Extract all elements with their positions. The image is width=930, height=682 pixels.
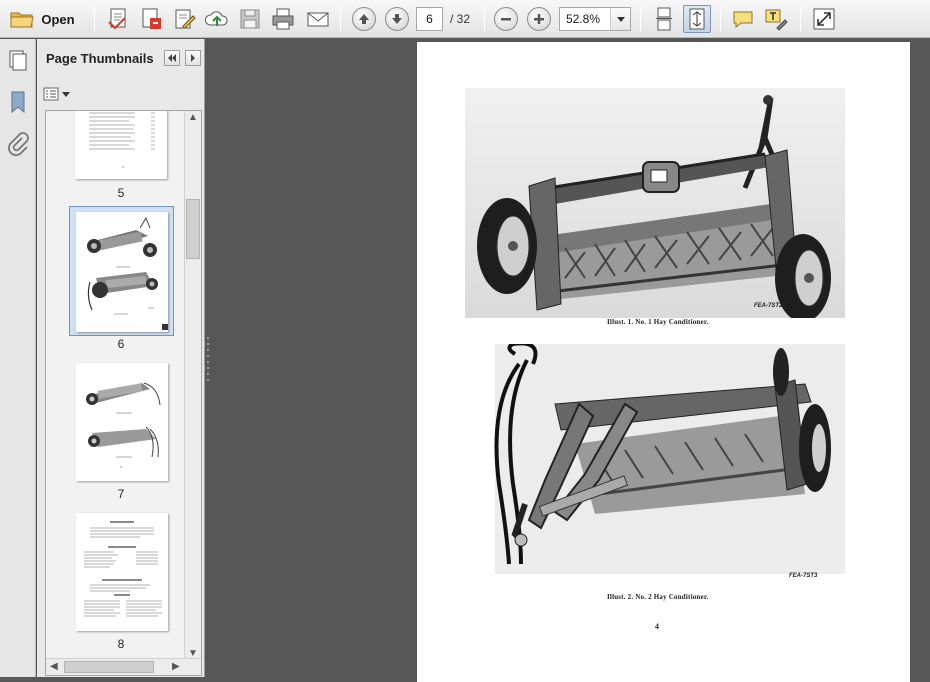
scroll-up-arrow[interactable]: ▲	[188, 112, 198, 123]
edit-pdf-button[interactable]	[170, 5, 198, 33]
thumbnail-page-number: 5	[117, 186, 125, 200]
thumbnail-page-number: 7	[117, 487, 125, 501]
full-screen-icon	[813, 8, 835, 30]
thumbnail-page[interactable]	[76, 513, 168, 631]
toolbar-separator	[720, 6, 721, 32]
thumbnail-image-preview	[87, 216, 168, 330]
thumbnail-vertical-scrollbar[interactable]: ▲ ▼	[184, 111, 201, 660]
zoom-select[interactable]: 52.8%	[559, 7, 631, 31]
pdf-create-icon	[142, 8, 161, 29]
panel-title: Page Thumbnails	[46, 51, 154, 66]
thumbnail-page[interactable]	[75, 111, 167, 179]
toolbar-separator	[340, 6, 341, 32]
thumbnail-page-number: 6	[117, 337, 125, 351]
scroll-mode-icon	[656, 7, 672, 31]
open-button-label: Open	[41, 11, 75, 27]
thumbnail-options-button[interactable]	[43, 85, 71, 103]
panel-resize-handle[interactable]	[206, 335, 210, 385]
figure-1-caption: Illust. 1. No. 1 Hay Conditioner.	[607, 318, 709, 326]
chevron-down-icon	[616, 16, 625, 22]
scrolling-mode-button[interactable]	[650, 5, 678, 33]
thumbnail-horizontal-scrollbar[interactable]: ◀ ▶	[46, 658, 201, 675]
edit-pdf-icon	[175, 9, 196, 29]
thumbnail-page[interactable]	[76, 212, 168, 332]
thumbnail-list[interactable]: 5 6 7 8 ▲ ▼ ◀ ▶	[45, 110, 202, 676]
toolbar-separator	[94, 6, 95, 32]
print-button[interactable]	[268, 5, 298, 33]
page-number-input[interactable]: 6	[416, 7, 443, 31]
navigation-pane-strip	[0, 39, 36, 677]
upload-icon	[204, 11, 228, 26]
thumbnail-text-preview	[89, 112, 155, 168]
save-edit-icon	[108, 8, 126, 30]
open-button[interactable]: Open	[4, 5, 80, 33]
page-thumbnails-panel: Page Thumbnails 5 6 7 8 ▲ ▼ ◀ ▶	[37, 39, 205, 677]
pages-icon	[9, 50, 27, 71]
scrollbar-thumb[interactable]	[186, 199, 200, 259]
hay-conditioner-1-photo	[465, 88, 845, 318]
next-page-button[interactable]	[383, 5, 411, 33]
double-chevron-left-icon	[168, 54, 176, 62]
scroll-right-arrow[interactable]: ▶	[172, 661, 180, 672]
save-button[interactable]	[236, 5, 264, 33]
chevron-right-icon	[191, 54, 195, 62]
create-pdf-button[interactable]	[137, 5, 165, 33]
attachment-icon	[8, 132, 29, 156]
comment-icon	[733, 11, 753, 29]
zoom-dropdown-button[interactable]	[610, 8, 630, 30]
email-icon	[307, 12, 329, 27]
bookmarks-toggle[interactable]	[5, 89, 31, 115]
figure-2-caption: Illust. 2. No. 2 Hay Conditioner.	[607, 593, 709, 601]
collapse-panel-button[interactable]	[164, 50, 180, 66]
next-page-icon	[385, 7, 409, 31]
scroll-left-arrow[interactable]: ◀	[50, 661, 58, 672]
add-comment-button[interactable]	[729, 5, 757, 33]
thumbnail-page-number: 8	[117, 637, 125, 651]
bookmark-icon	[11, 91, 25, 114]
zoom-out-icon	[494, 7, 518, 31]
hay-conditioner-2-photo	[494, 344, 845, 574]
figure-1-code: FEA-7ST2	[754, 303, 783, 309]
thumbnail-image-preview	[86, 382, 161, 468]
previous-page-icon	[352, 7, 376, 31]
figure-2-code: FEA-7ST3	[789, 573, 818, 579]
toolbar-separator	[484, 6, 485, 32]
zoom-in-button[interactable]	[525, 5, 553, 33]
options-list-icon	[43, 87, 59, 101]
printed-page-number: 4	[655, 622, 659, 631]
full-screen-button[interactable]	[810, 5, 838, 33]
toolbar-separator	[640, 6, 641, 32]
fit-page-button[interactable]	[683, 5, 711, 33]
main-toolbar: Open 6 / 32 52.8%	[0, 0, 930, 38]
email-button[interactable]	[303, 5, 333, 33]
print-icon	[272, 8, 294, 30]
toolbar-separator	[800, 6, 801, 32]
fit-page-icon	[689, 8, 705, 30]
save-icon	[240, 9, 260, 29]
thumbnail-text-preview	[84, 521, 162, 617]
page-total-label: / 32	[450, 12, 471, 26]
expand-panel-button[interactable]	[185, 50, 201, 66]
zoom-value: 52.8%	[566, 12, 601, 26]
attachments-toggle[interactable]	[5, 131, 31, 157]
highlight-icon	[765, 9, 788, 31]
zoom-out-button[interactable]	[492, 5, 520, 33]
thumbnail-page[interactable]	[76, 363, 168, 481]
chevron-down-icon	[62, 91, 70, 97]
scrollbar-thumb[interactable]	[64, 661, 154, 673]
document-page: FEA-7ST2 Illust. 1. No. 1 Hay Conditione…	[417, 42, 910, 682]
highlight-text-button[interactable]	[762, 5, 790, 33]
upload-button[interactable]	[203, 5, 231, 33]
create-button[interactable]	[104, 5, 132, 33]
previous-page-button[interactable]	[350, 5, 378, 33]
page-thumbnails-toggle[interactable]	[5, 47, 31, 73]
zoom-in-icon	[527, 7, 551, 31]
folder-icon	[10, 12, 34, 28]
